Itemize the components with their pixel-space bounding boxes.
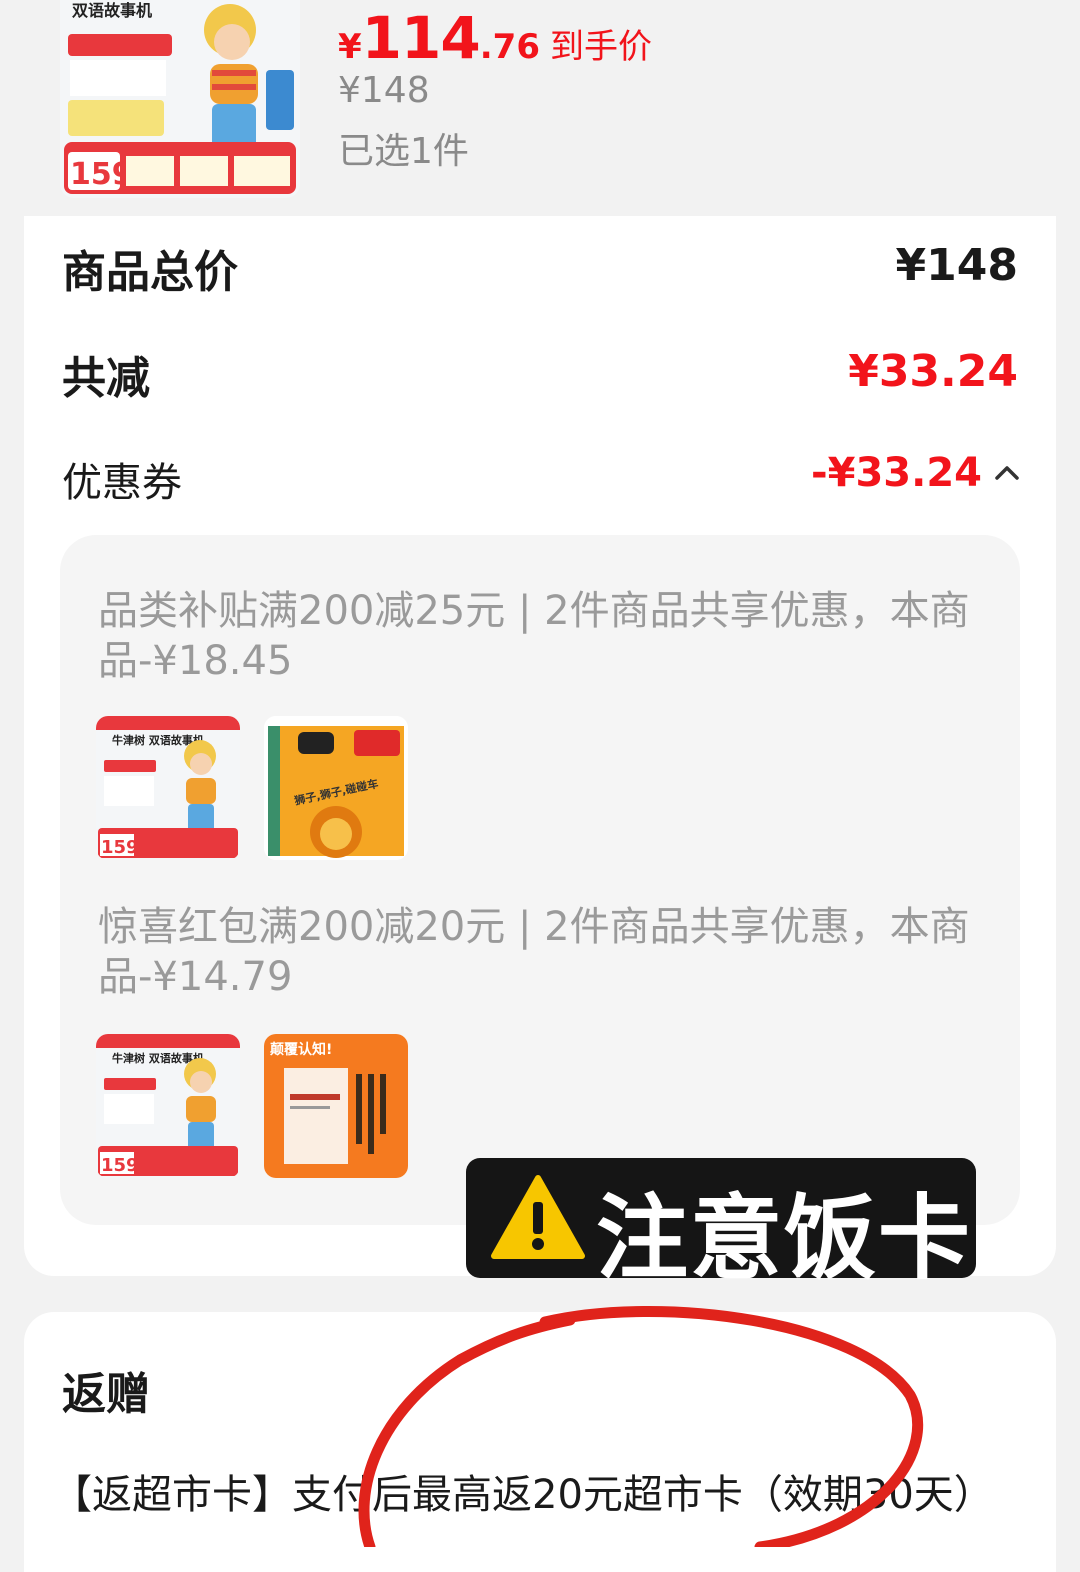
thumb-title: 双语故事机: [72, 1, 152, 20]
story-machine-thumbnail: 牛津树 双语故事机 159: [96, 716, 240, 860]
coupon-2-item-2[interactable]: 颠覆认知!: [264, 1034, 408, 1178]
price-yen: ¥: [338, 27, 362, 67]
product-thumbnail[interactable]: 双语故事机 159: [60, 0, 300, 198]
warning-sticker-text: 注意饭卡: [596, 1185, 973, 1292]
item-price: 159: [101, 1155, 139, 1176]
total-discount-label: 共减: [62, 353, 150, 404]
chevron-up-icon[interactable]: [990, 456, 1024, 490]
total-price-value: ¥148: [895, 240, 1018, 291]
total-discount-value: ¥33.24: [848, 346, 1018, 397]
coupon-1-item-1[interactable]: 牛津树 双语故事机 159: [96, 716, 240, 860]
rebate-card: [24, 1312, 1056, 1572]
deal-price: ¥114.76 到手价: [338, 4, 652, 72]
coupon-1-item-2[interactable]: 狮子,狮子,碰碰车: [264, 716, 408, 860]
total-price-label: 商品总价: [62, 247, 238, 298]
rebate-title: 返赠: [62, 1369, 150, 1420]
item-price: 159: [101, 837, 139, 858]
warning-icon: [490, 1172, 586, 1262]
item-title: 颠覆认知!: [269, 1041, 332, 1058]
product-image: 双语故事机 159: [60, 0, 300, 198]
coupon-2-item-1[interactable]: 牛津树 双语故事机 159: [96, 1034, 240, 1178]
selected-count[interactable]: 已选1件: [338, 122, 469, 174]
story-machine-thumbnail: 牛津树 双语故事机 159: [96, 1034, 240, 1178]
thumb-price-text: 159: [70, 157, 133, 192]
price-integer: 114: [361, 4, 481, 72]
price-decimal: .76: [479, 27, 540, 67]
coupon-1-text: 品类补贴满200减25元 | 2件商品共享优惠，本商品-¥18.45: [98, 588, 970, 684]
lion-book-thumbnail: 狮子,狮子,碰碰车: [264, 716, 408, 860]
original-price: ¥148: [338, 70, 430, 111]
price-label: 到手价: [549, 27, 652, 67]
coupon-2-text: 惊喜红包满200减20元 | 2件商品共享优惠，本商品-¥14.79: [98, 904, 970, 1000]
coupon-value[interactable]: -¥33.24: [700, 450, 982, 496]
rebate-text: 【返超市卡】支付后最高返20元超市卡（效期30天）: [52, 1472, 994, 1518]
business-book-thumbnail: 颠覆认知!: [264, 1034, 408, 1178]
coupon-label: 优惠券: [62, 460, 182, 506]
